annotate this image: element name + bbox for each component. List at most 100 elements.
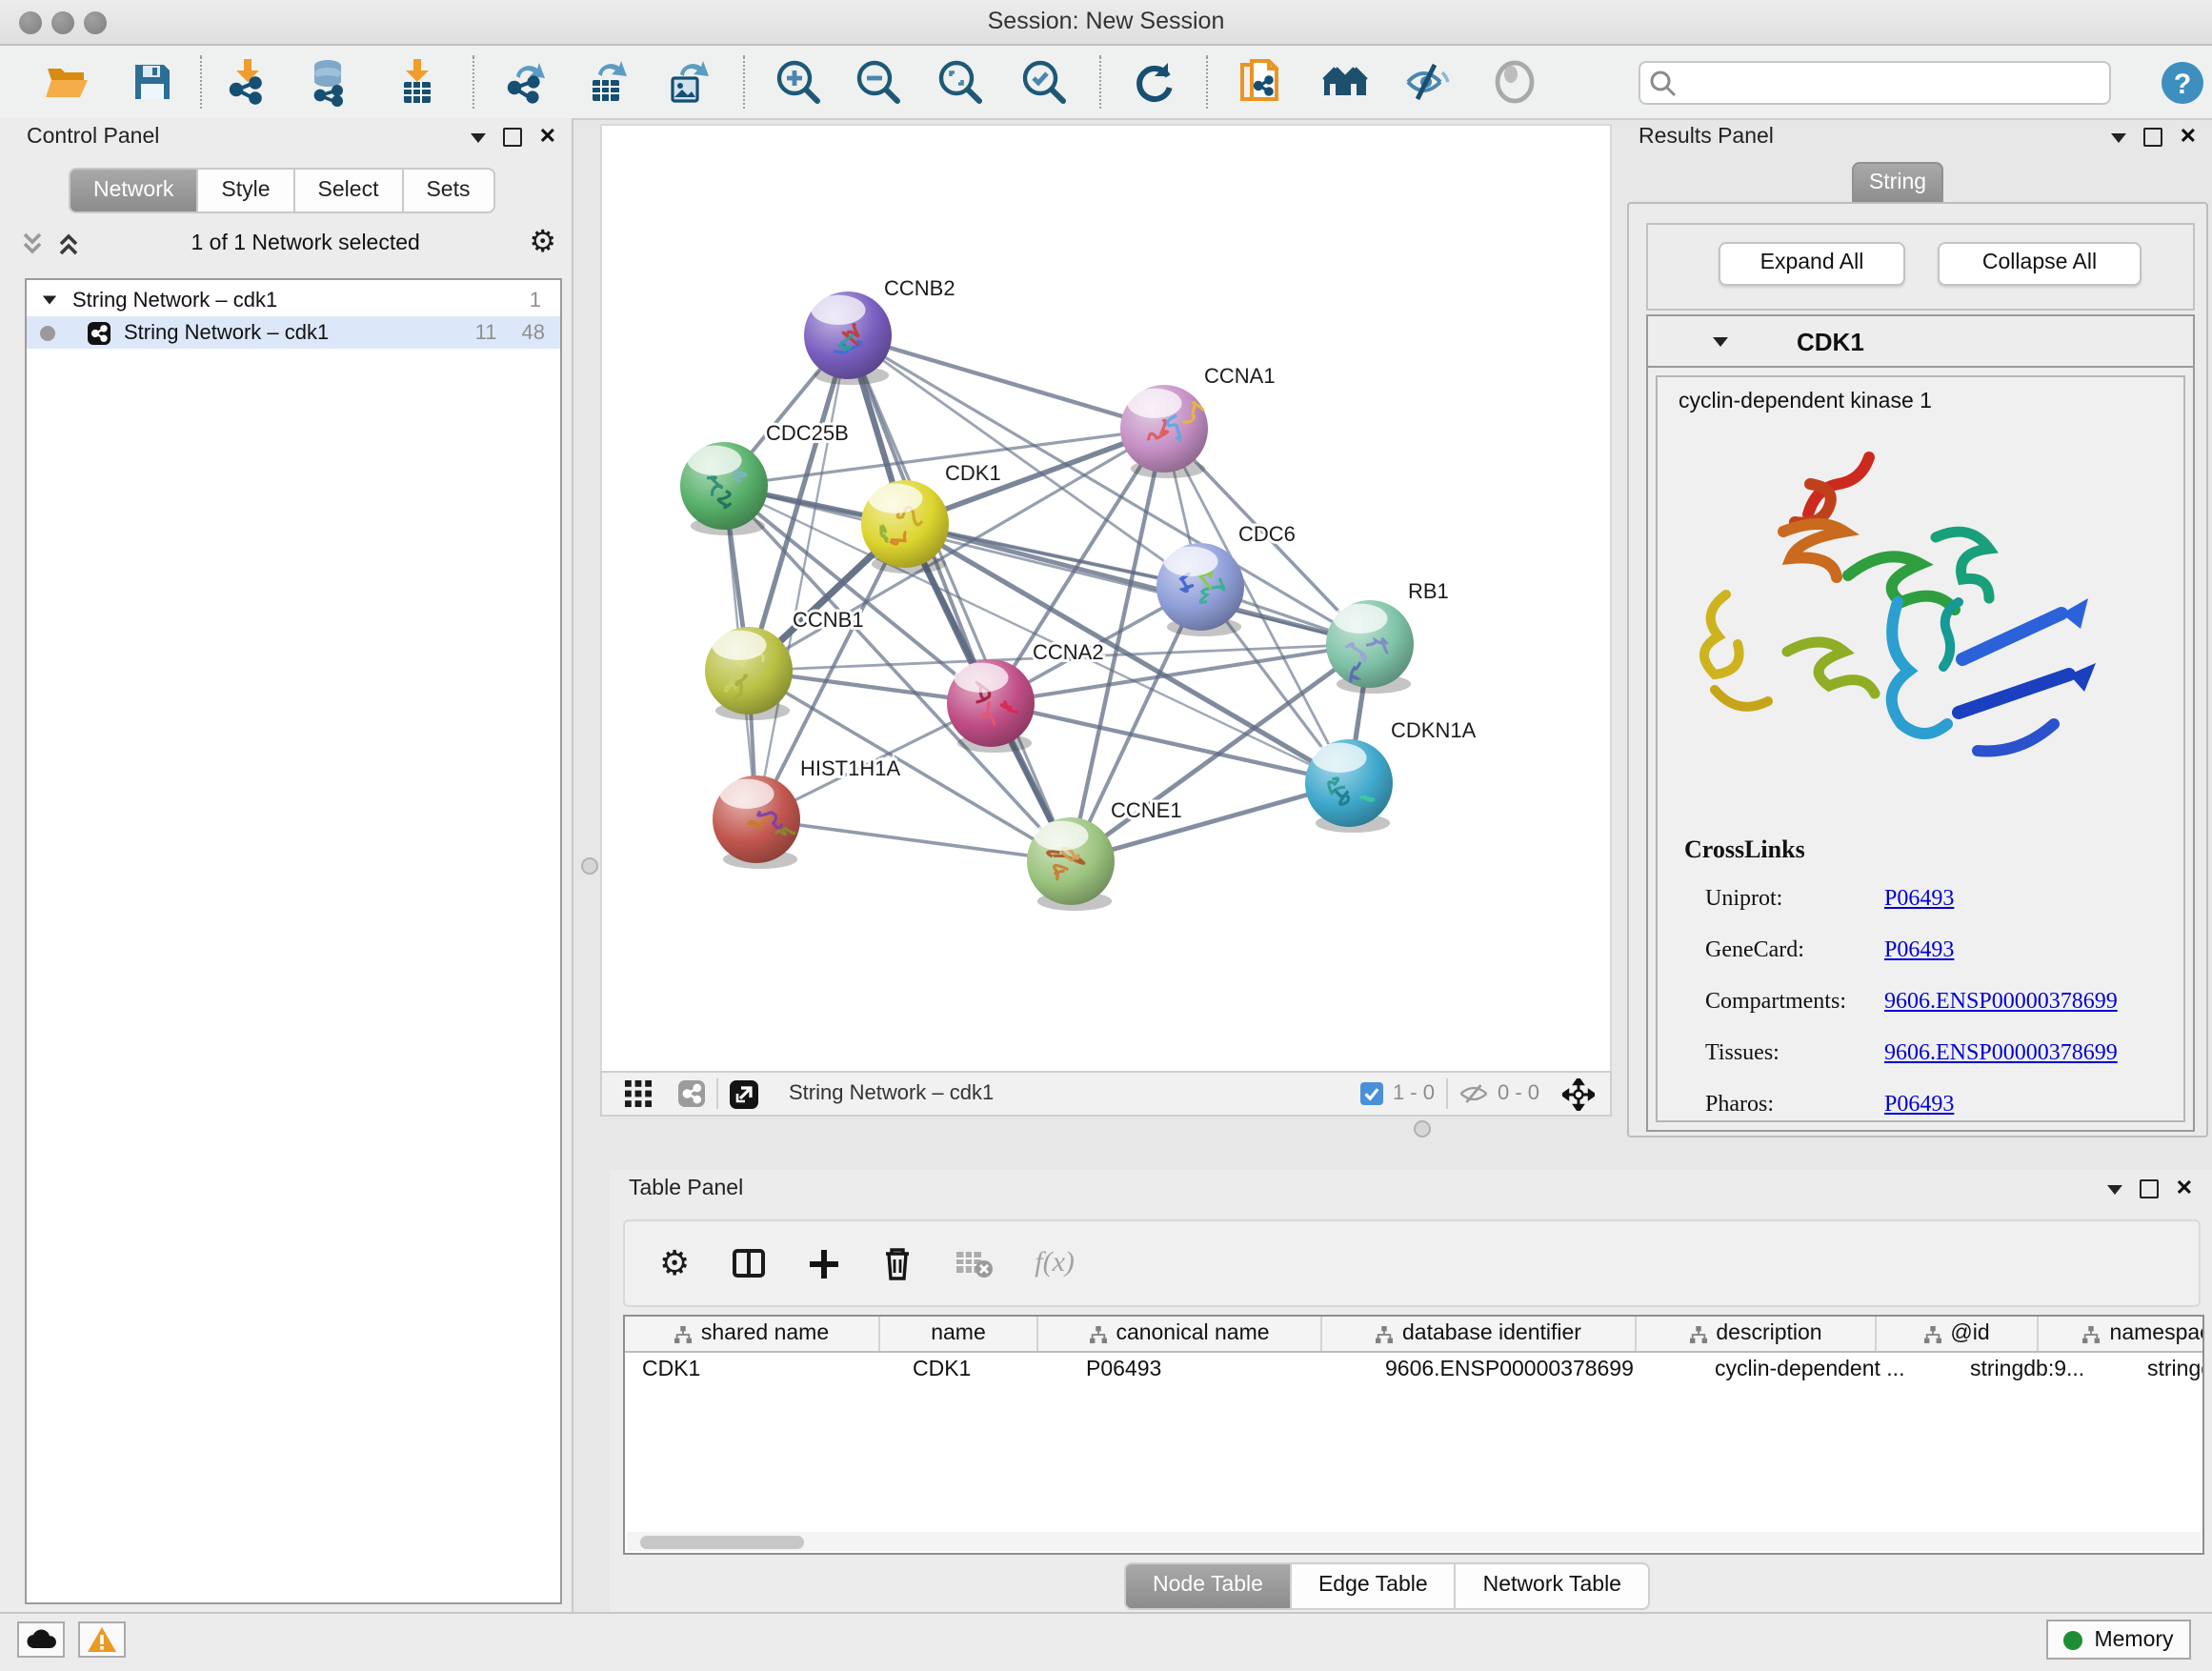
crosslink-link[interactable]: P06493 [1884,936,1954,964]
crosslink-link[interactable]: P06493 [1884,1090,1954,1118]
network-node-CCNB2[interactable]: CCNB2 [804,276,955,385]
tab-string[interactable]: String [1852,162,1943,206]
crosslink-link[interactable]: P06493 [1884,884,1954,913]
table-options-gear-icon[interactable]: ⚙ [659,1248,690,1278]
network-node-RB1[interactable]: RB1 [1326,579,1449,694]
network-node-HIST1H1A[interactable]: HIST1H1A [713,756,900,869]
zoom-fit-button[interactable] [928,51,993,112]
float-panel-icon[interactable] [2140,1179,2159,1198]
collection-expander-icon[interactable] [43,296,56,305]
table-row[interactable]: CDK1CDK1P064939606.ENSP00000378699cyclin… [625,1353,2202,1387]
column-header-database-identifier[interactable]: database identifier [1322,1317,1637,1351]
column-header-shared-name[interactable]: shared name [625,1317,880,1351]
string-share-icon[interactable] [678,1080,705,1107]
tab-node-table[interactable]: Node Table [1124,1562,1292,1610]
crosslink-row: Uniprot:P06493 [1705,884,2182,913]
string-home-button[interactable] [1313,51,1377,112]
search-input[interactable] [1686,70,2109,96]
zoom-selected-button[interactable] [1012,51,1076,112]
protein-section-header[interactable]: CDK1 [1648,316,2193,368]
search-field[interactable] [1639,61,2111,105]
import-network-button[interactable] [215,51,280,112]
bottom-divider-handle[interactable] [1414,1120,1431,1137]
tab-network[interactable]: Network [69,168,198,213]
birdseye-grid-icon[interactable] [625,1080,652,1107]
string-hide-glass-button[interactable] [1395,51,1459,112]
zoom-out-button[interactable] [846,51,911,112]
column-header-name[interactable]: name [880,1317,1038,1351]
close-panel-icon[interactable]: ✕ [2176,1181,2193,1197]
column-header-canonical-name[interactable]: canonical name [1038,1317,1322,1351]
collapse-all-networks-icon[interactable] [55,231,82,257]
panel-menu-icon[interactable] [471,132,486,142]
scrollbar-thumb[interactable] [640,1535,804,1548]
table-cell[interactable]: P06493 [1069,1353,1368,1387]
shared-column-icon [1376,1325,1393,1342]
collapse-all-button[interactable]: Collapse All [1938,242,2142,286]
table-cell[interactable]: 9606.ENSP00000378699 [1368,1353,1698,1387]
apply-layout-button[interactable] [1122,51,1187,112]
tab-network-table[interactable]: Network Table [1457,1562,1650,1610]
table-cell[interactable]: CDK1 [625,1353,895,1387]
selected-checkbox-icon[interactable] [1360,1082,1383,1105]
export-network-button[interactable] [493,51,558,112]
left-divider-handle[interactable] [581,857,598,875]
memory-button[interactable]: Memory [2046,1620,2191,1660]
float-panel-icon[interactable] [503,128,522,147]
network-node-CDKN1A[interactable]: CDKN1A [1305,718,1477,833]
string-document-button[interactable] [1229,51,1294,112]
open-session-button[interactable] [34,51,99,112]
column-header-namespace[interactable]: namespace [2039,1317,2204,1351]
close-panel-icon[interactable]: ✕ [539,130,556,145]
tab-sets[interactable]: Sets [403,168,494,213]
column-header-description[interactable]: description [1637,1317,1877,1351]
expand-all-button[interactable]: Expand All [1719,242,1905,286]
table-cell[interactable]: stringdb [2130,1353,2204,1387]
table-cell[interactable]: cyclin-dependent ... [1698,1353,1953,1387]
network-node-CDK1[interactable]: CDK1 [861,461,1001,574]
horizontal-scrollbar[interactable] [627,1532,2201,1551]
network-collection-row[interactable]: String Network – cdk1 1 [27,284,560,316]
tab-edge-table[interactable]: Edge Table [1292,1562,1457,1610]
save-session-button[interactable] [120,51,185,112]
collapse-section-icon[interactable] [1713,336,1728,346]
zoom-out-icon [854,57,903,107]
crosslink-row: Compartments:9606.ENSP00000378699 [1705,987,2182,1016]
panel-menu-icon[interactable] [2111,132,2126,142]
open-in-new-window-icon[interactable] [730,1079,758,1108]
show-graphics-details-button[interactable] [1482,51,1547,112]
cloud-button[interactable] [17,1621,65,1658]
tab-select[interactable]: Select [295,168,404,213]
table-cell[interactable]: CDK1 [895,1353,1069,1387]
table-panel-title: Table Panel [629,1178,743,1200]
expand-all-networks-icon[interactable] [19,231,46,257]
crosslink-link[interactable]: 9606.ENSP00000378699 [1884,987,2118,1016]
export-table-button[interactable] [575,51,640,112]
tab-style[interactable]: Style [198,168,294,213]
string-results-box: Expand All Collapse All CDK1 cyclin-depe… [1627,202,2208,1137]
network-options-gear-icon[interactable]: ⚙ [529,229,556,259]
fit-content-crosshair-icon[interactable] [1562,1077,1595,1110]
show-columns-icon[interactable] [732,1246,766,1280]
network-node-CCNB1[interactable]: CCNB1 [705,608,864,720]
crosslink-link[interactable]: 9606.ENSP00000378699 [1884,1038,2118,1067]
main-toolbar: ? [0,46,2212,120]
import-network-from-database-button[interactable] [295,51,360,112]
node-label: HIST1H1A [800,756,900,780]
table-cell[interactable]: stringdb:9... [1953,1353,2130,1387]
add-column-icon[interactable] [808,1247,840,1279]
network-row[interactable]: String Network – cdk1 11 48 [27,316,560,349]
network-node-CCNA1[interactable]: CCNA1 [1120,364,1276,478]
float-panel-icon[interactable] [2143,128,2162,147]
network-label: String Network – cdk1 [124,321,329,344]
warnings-button[interactable] [78,1621,126,1658]
delete-column-icon[interactable] [882,1246,913,1280]
column-header-@id[interactable]: @id [1877,1317,2039,1351]
import-table-button[interactable] [385,51,450,112]
close-panel-icon[interactable]: ✕ [2180,130,2197,145]
network-view[interactable]: CCNB2CCNA1CDC25BCDK1CDC6RB1CCNB1CCNA2HIS… [600,124,1612,1075]
help-button[interactable]: ? [2149,51,2212,112]
export-image-button[interactable] [655,51,720,112]
zoom-in-button[interactable] [766,51,831,112]
panel-menu-icon[interactable] [2107,1184,2122,1194]
